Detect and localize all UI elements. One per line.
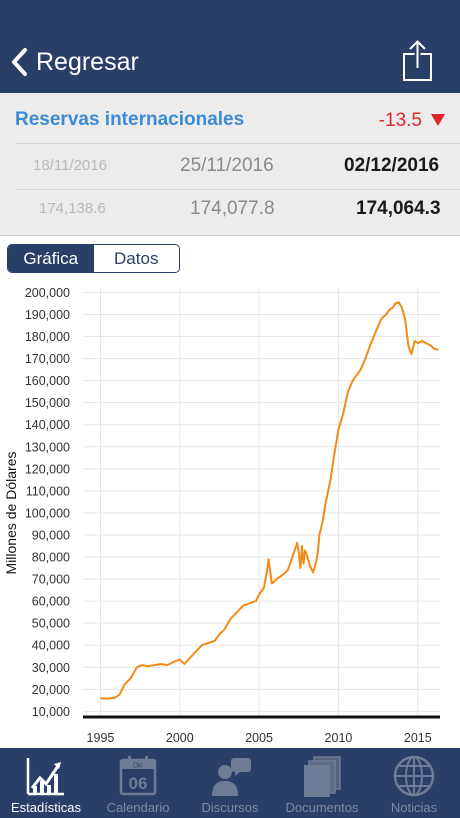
tab-noticias[interactable]: Noticias [368, 748, 460, 818]
reserves-line-chart: 10,000 20,000 30,000 40,000 50,000 60,000 70,0… [3, 286, 440, 745]
share-button[interactable] [398, 38, 438, 84]
down-triangle-icon [431, 114, 445, 126]
divider [15, 143, 460, 144]
documents-icon [304, 756, 341, 797]
indicator-summary: Reservas internacionales -13.5 18/11/201… [0, 93, 460, 236]
speech-icon [212, 758, 251, 796]
tab-label: Noticias [390, 800, 438, 815]
y-tick-label: 140,000 [25, 418, 70, 432]
tab-chart[interactable]: Gráfica [8, 245, 94, 272]
y-tick-label: 110,000 [26, 484, 70, 498]
series-line [100, 301, 439, 700]
x-tick-label: 2005 [245, 731, 273, 745]
y-axis-label: Millones de Dólares [3, 452, 19, 575]
tab-calendario[interactable]: Dic 06 Calendario [92, 748, 184, 818]
value-prev-1: 174,077.8 [190, 198, 275, 219]
tab-data[interactable]: Datos [93, 245, 179, 272]
globe-icon [393, 755, 435, 797]
view-segmented-control: Gráfica Datos [7, 244, 180, 273]
divider [15, 189, 460, 190]
y-tick-label: 170,000 [25, 352, 70, 366]
y-tick-label: 60,000 [32, 595, 70, 609]
date-prev-1: 25/11/2016 [180, 155, 274, 176]
change-value: -13.5 [378, 110, 422, 131]
calendar-day: 06 [129, 774, 148, 793]
y-tick-label: 130,000 [25, 440, 70, 454]
y-tick-label: 30,000 [32, 661, 70, 675]
y-tick-label: 20,000 [32, 683, 70, 697]
calendar-icon: Dic 06 [119, 756, 157, 796]
y-tick-label: 200,000 [25, 286, 70, 300]
y-tick-label: 160,000 [25, 374, 70, 388]
indicator-title-row: Reservas internacionales -13.5 [0, 93, 460, 143]
tab-label: Estadísticas [10, 800, 82, 815]
tab-label: Discursos [201, 800, 259, 815]
y-tick-label: 120,000 [25, 462, 70, 476]
date-current: 02/12/2016 [344, 155, 440, 176]
y-tick-label: 70,000 [32, 573, 70, 587]
tab-documentos[interactable]: Documentos [276, 748, 368, 818]
bottom-tab-bar: Estadísticas Dic 06 Calendario Discursos… [0, 748, 460, 818]
y-tick-label: 40,000 [32, 639, 70, 653]
tab-estadisticas[interactable]: Estadísticas [0, 748, 92, 818]
x-tick-label: 2015 [404, 731, 432, 745]
back-label: Regresar [36, 47, 139, 76]
x-tick-label: 2000 [166, 731, 194, 745]
date-prev-2: 18/11/2016 [33, 157, 107, 174]
y-tick-label: 180,000 [25, 330, 70, 344]
y-tick-label: 50,000 [32, 617, 70, 631]
y-tick-label: 80,000 [32, 551, 70, 565]
navigation-bar: Regresar [0, 0, 460, 93]
y-tick-label: 190,000 [25, 308, 70, 322]
y-tick-label: 100,000 [25, 506, 70, 520]
tab-label: Calendario [106, 800, 170, 815]
share-icon [403, 40, 432, 81]
back-button[interactable]: Regresar [10, 40, 139, 84]
calendar-month: Dic [133, 763, 144, 770]
chevron-left-icon [12, 48, 27, 76]
indicator-name: Reservas internacionales [15, 109, 245, 130]
tab-label: Documentos [285, 800, 359, 815]
tab-discursos[interactable]: Discursos [184, 748, 276, 818]
value-current: 174,064.3 [356, 198, 441, 219]
x-tick-label: 2010 [325, 731, 353, 745]
y-tick-label: 150,000 [25, 396, 70, 410]
y-tick-label: 90,000 [32, 528, 70, 542]
value-prev-2: 174,138.6 [39, 200, 106, 217]
chart-icon [26, 758, 64, 796]
y-tick-label: 10,000 [32, 705, 70, 719]
x-tick-label: 1995 [87, 731, 115, 745]
